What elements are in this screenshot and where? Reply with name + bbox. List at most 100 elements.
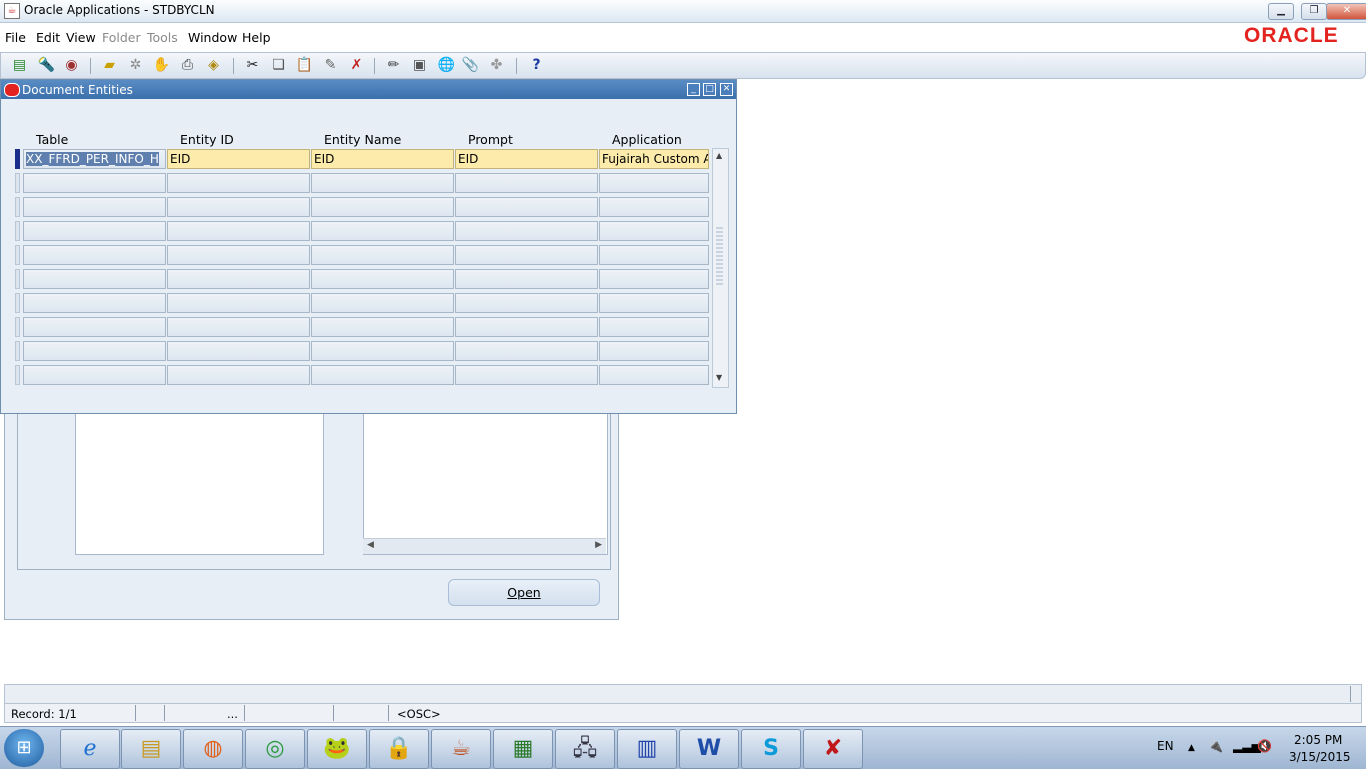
cell-table[interactable] — [23, 293, 166, 313]
print-icon[interactable]: ⎙ — [178, 56, 197, 75]
cell-prompt[interactable] — [455, 269, 598, 289]
cut-icon[interactable]: ✂ — [243, 56, 262, 75]
cell-entity-name[interactable] — [311, 365, 454, 385]
cell-application[interactable] — [599, 197, 709, 217]
right-list-box[interactable] — [363, 411, 608, 555]
cell-entity-name[interactable] — [311, 245, 454, 265]
help-icon[interactable]: ? — [527, 56, 546, 75]
row-indicator[interactable] — [15, 269, 20, 289]
close-form-icon[interactable]: ◈ — [204, 56, 223, 75]
calendar-icon[interactable]: ▥ — [617, 729, 677, 769]
cell-entity-id[interactable] — [167, 341, 310, 361]
cell-entity-id[interactable] — [167, 221, 310, 241]
new-record-icon[interactable]: ▤ — [10, 56, 29, 75]
row-indicator[interactable] — [15, 221, 20, 241]
window-minimize-icon[interactable]: _ — [687, 83, 700, 96]
row-indicator[interactable] — [15, 293, 20, 313]
scroll-up-icon[interactable]: ▲ — [716, 151, 722, 160]
menu-help[interactable]: Help — [242, 30, 271, 45]
cell-entity-id[interactable] — [167, 317, 310, 337]
cell-table[interactable] — [23, 173, 166, 193]
zoom-icon[interactable]: ▣ — [410, 56, 429, 75]
cell-entity-id[interactable] — [167, 173, 310, 193]
cell-prompt[interactable]: EID — [455, 149, 598, 169]
next-step-icon[interactable]: ✲ — [126, 56, 145, 75]
java-icon[interactable]: ☕ — [431, 729, 491, 769]
menu-window[interactable]: Window — [188, 30, 237, 45]
close-button[interactable]: ✕ — [1326, 3, 1366, 20]
cell-entity-id[interactable] — [167, 365, 310, 385]
row-indicator[interactable] — [15, 245, 20, 265]
cell-table[interactable] — [23, 341, 166, 361]
menu-view[interactable]: View — [66, 30, 96, 45]
cell-prompt[interactable] — [455, 365, 598, 385]
delete-record-icon[interactable]: ✗ — [347, 56, 366, 75]
row-indicator[interactable] — [15, 317, 20, 337]
minimize-button[interactable]: ▁ — [1268, 3, 1294, 20]
copy-icon[interactable]: ❏ — [269, 56, 288, 75]
left-list-box[interactable] — [75, 411, 324, 555]
language-indicator[interactable]: EN — [1157, 739, 1174, 753]
menu-edit[interactable]: Edit — [36, 30, 60, 45]
scroll-thumb[interactable] — [716, 227, 723, 287]
power-icon[interactable]: 🔌 — [1208, 739, 1223, 753]
cell-application[interactable] — [599, 341, 709, 361]
menu-folder[interactable]: Folder — [102, 30, 141, 45]
cell-application[interactable] — [599, 245, 709, 265]
remote-access-icon[interactable]: 🔒 — [369, 729, 429, 769]
translations-icon[interactable]: 🌐 — [437, 56, 456, 75]
cell-entity-id[interactable] — [167, 245, 310, 265]
row-indicator[interactable] — [15, 197, 20, 217]
cell-entity-name[interactable] — [311, 221, 454, 241]
cell-table[interactable] — [23, 269, 166, 289]
internet-explorer-icon[interactable]: ℯ — [60, 729, 120, 769]
scroll-left-icon[interactable]: ◀ — [367, 540, 374, 550]
cell-application[interactable] — [599, 269, 709, 289]
vertical-scrollbar[interactable]: ▲ ▼ — [712, 148, 729, 388]
start-button[interactable]: ⊞ — [4, 729, 44, 767]
cell-entity-name[interactable] — [311, 317, 454, 337]
menu-tools[interactable]: Tools — [147, 30, 178, 45]
row-indicator[interactable] — [15, 341, 20, 361]
cell-prompt[interactable] — [455, 197, 598, 217]
skype-icon[interactable]: S — [741, 729, 801, 769]
switch-responsibility-icon[interactable]: ✋ — [152, 56, 171, 75]
restore-button[interactable]: ❐ — [1301, 3, 1327, 20]
cell-prompt[interactable] — [455, 245, 598, 265]
cell-prompt[interactable] — [455, 341, 598, 361]
open-button[interactable]: Open — [448, 579, 600, 606]
cell-table[interactable] — [23, 365, 166, 385]
volume-muted-icon[interactable]: 🔇 — [1257, 739, 1272, 753]
cell-prompt[interactable] — [455, 173, 598, 193]
clear-record-icon[interactable]: ✎ — [321, 56, 340, 75]
cell-application[interactable]: Fujairah Custom A — [599, 149, 709, 169]
cell-table[interactable]: XX_FFRD_PER_INFO_H — [23, 149, 166, 169]
clock-date[interactable]: 3/15/2015 — [1289, 750, 1351, 764]
row-indicator[interactable] — [15, 149, 20, 169]
tray-expand-icon[interactable]: ▲ — [1188, 743, 1195, 753]
network-icon[interactable]: 🖧 — [555, 729, 615, 769]
cell-entity-name[interactable]: EID — [311, 149, 454, 169]
paste-icon[interactable]: 📋 — [295, 56, 314, 75]
cell-prompt[interactable] — [455, 221, 598, 241]
scroll-right-icon[interactable]: ▶ — [595, 540, 602, 550]
save-icon[interactable]: ▰ — [100, 56, 119, 75]
cell-prompt[interactable] — [455, 293, 598, 313]
cell-entity-id[interactable] — [167, 269, 310, 289]
window-maximize-icon[interactable]: □ — [703, 83, 716, 96]
firefox-icon[interactable]: ◍ — [183, 729, 243, 769]
cell-table[interactable] — [23, 245, 166, 265]
cell-entity-name[interactable] — [311, 173, 454, 193]
file-explorer-icon[interactable]: ▤ — [121, 729, 181, 769]
attachments-icon[interactable]: 📎 — [461, 56, 480, 75]
clock-time[interactable]: 2:05 PM — [1294, 733, 1342, 747]
cell-application[interactable] — [599, 173, 709, 193]
cell-entity-id[interactable] — [167, 197, 310, 217]
cell-application[interactable] — [599, 317, 709, 337]
navigator-icon[interactable]: ◉ — [62, 56, 81, 75]
menu-file[interactable]: File — [5, 30, 26, 45]
project-icon[interactable]: ▦ — [493, 729, 553, 769]
cell-entity-name[interactable] — [311, 341, 454, 361]
cell-application[interactable] — [599, 293, 709, 313]
cell-entity-name[interactable] — [311, 197, 454, 217]
